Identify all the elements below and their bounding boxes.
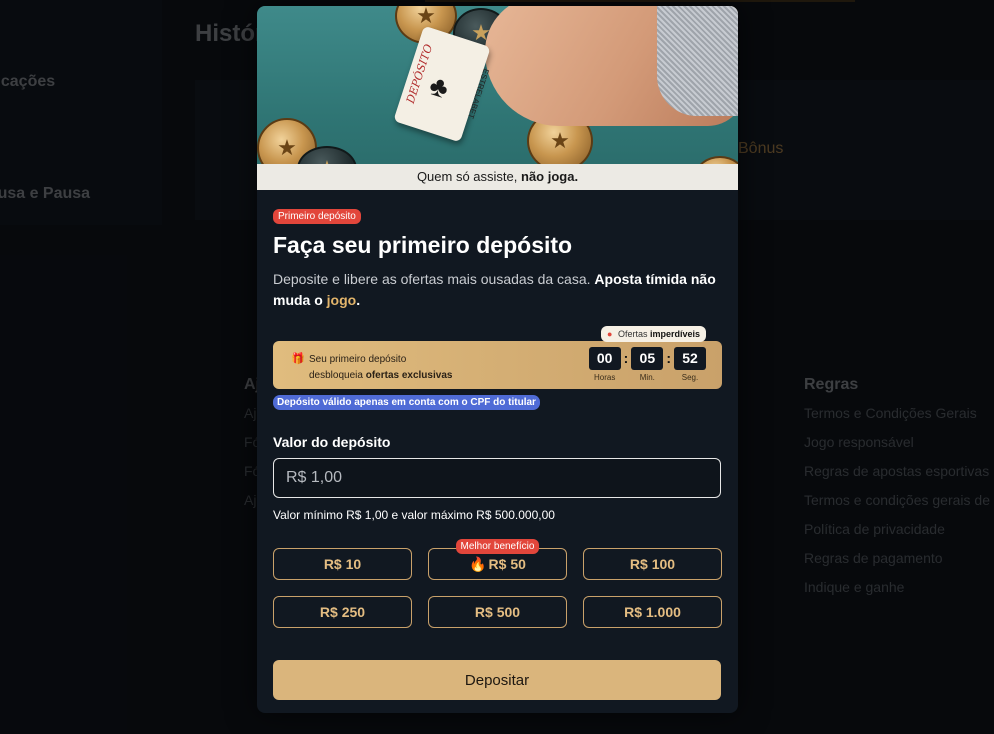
- offer-banner: ● Ofertas imperdíveis 🎁 Seu primeiro dep…: [273, 326, 722, 389]
- timer-separator: :: [666, 350, 671, 366]
- countdown-timer: 00 Horas : 05 Min. : 52 Seg.: [588, 347, 706, 382]
- modal-content: Primeiro depósito Faça seu primeiro depó…: [257, 190, 738, 700]
- tagline-bold: não joga.: [521, 169, 579, 184]
- gift-icon: 🎁: [291, 353, 305, 365]
- first-deposit-badge: Primeiro depósito: [273, 209, 361, 224]
- offers-pill: ● Ofertas imperdíveis: [600, 326, 706, 342]
- amount-options: R$ 10 Melhor benefício 🔥 R$ 50 R$ 100 R$ …: [273, 539, 722, 628]
- offers-pill-prefix: Ofertas: [617, 329, 648, 339]
- timer-hours: 00 Horas: [588, 347, 621, 382]
- timer-separator: :: [623, 350, 629, 366]
- offer-line1: Seu primeiro depósito: [309, 354, 407, 365]
- subtitle-end: .: [356, 292, 361, 308]
- timer-seconds: 52 Seg.: [674, 347, 706, 382]
- amount-option-500[interactable]: R$ 500: [428, 596, 567, 628]
- deposit-modal: ★ ★ ★ ★ ★ ★ DEPÓSITO ♣ ESTRELABET Quem s…: [257, 6, 738, 713]
- amount-option-100[interactable]: R$ 100: [583, 548, 722, 580]
- amount-hint: Valor mínimo R$ 1,00 e valor máximo R$ 5…: [273, 508, 555, 522]
- timer-seconds-value: 52: [674, 347, 706, 370]
- sleeve-image: [657, 6, 738, 116]
- hero-tagline: Quem só assiste, não joga.: [257, 164, 738, 190]
- timer-minutes-value: 05: [631, 347, 664, 370]
- offers-pill-bold: imperdíveis: [649, 329, 700, 339]
- amount-option-1000[interactable]: R$ 1.000: [583, 596, 722, 628]
- card-brand: ESTRELABET: [465, 67, 491, 120]
- modal-title: Faça seu primeiro depósito: [273, 232, 573, 258]
- timer-seconds-label: Seg.: [681, 373, 699, 382]
- timer-hours-label: Horas: [593, 373, 616, 382]
- fire-icon: 🔥: [469, 555, 487, 572]
- timer-minutes: 05 Min.: [631, 347, 664, 382]
- timer-hours-value: 00: [588, 347, 621, 370]
- offer-line2-prefix: desbloqueia: [309, 370, 363, 381]
- hero-banner: ★ ★ ★ ★ ★ ★ DEPÓSITO ♣ ESTRELABET Quem s…: [257, 6, 738, 190]
- tagline-prefix: Quem só assiste,: [416, 169, 518, 184]
- amount-input[interactable]: [273, 458, 721, 498]
- offer-text: Seu primeiro depósito desbloqueia oferta…: [309, 352, 452, 384]
- amount-option-10[interactable]: R$ 10: [273, 548, 412, 580]
- offer-line2-bold: ofertas exclusivas: [365, 370, 453, 381]
- best-benefit-badge: Melhor benefício: [455, 539, 540, 554]
- timer-minutes-label: Min.: [639, 373, 655, 382]
- amount-option-50[interactable]: Melhor benefício 🔥 R$ 50: [428, 539, 567, 580]
- fire-icon: ●: [606, 329, 613, 339]
- modal-subtitle: Deposite e libere as ofertas mais ousada…: [273, 269, 722, 311]
- amount-option-250[interactable]: R$ 250: [273, 596, 412, 628]
- subtitle-highlight: jogo: [326, 292, 357, 308]
- deposit-button[interactable]: Depositar: [273, 660, 721, 700]
- cpf-notice-badge: Depósito válido apenas em conta com o CP…: [273, 395, 540, 410]
- club-icon: ♣: [425, 69, 453, 105]
- playing-card-image: DEPÓSITO ♣ ESTRELABET: [393, 25, 491, 143]
- amount-option-50-label: R$ 50: [488, 555, 526, 572]
- amount-label: Valor do depósito: [273, 434, 391, 450]
- subtitle-text: Deposite e libere as ofertas mais ousada…: [273, 271, 591, 287]
